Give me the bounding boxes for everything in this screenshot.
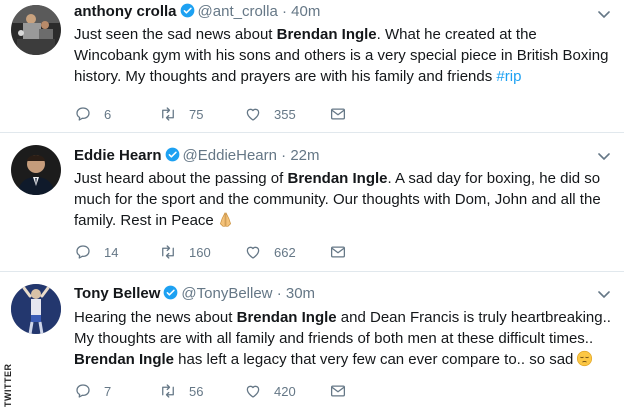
tweet-header: Tony Bellew @TonyBellew · 30m (74, 284, 315, 304)
timestamp[interactable]: 40m (291, 3, 320, 20)
image-credit: TWITTER (3, 363, 13, 408)
avatar[interactable] (11, 284, 61, 334)
like-count: 420 (274, 383, 296, 399)
reply-count: 14 (104, 244, 119, 260)
reply-button[interactable]: 7 (74, 381, 111, 401)
reply-icon (76, 384, 90, 398)
reply-count: 6 (104, 106, 112, 122)
user-handle[interactable]: @ant_crolla (198, 3, 278, 20)
tweet-card[interactable]: anthony crolla @ant_crolla · 40m Just see… (0, 0, 624, 133)
direct-message-button[interactable] (329, 242, 347, 262)
reply-button[interactable]: 14 (74, 242, 118, 262)
like-button[interactable]: 420 (244, 381, 296, 401)
retweet-count: 75 (189, 106, 204, 122)
tweet-header: anthony crolla @ant_crolla · 40m (74, 2, 320, 22)
retweet-count: 160 (189, 244, 211, 260)
display-name[interactable]: Eddie Hearn (74, 147, 162, 164)
retweet-count: 56 (189, 383, 204, 399)
user-handle[interactable]: @EddieHearn (183, 147, 277, 164)
verified-badge-icon (164, 285, 178, 300)
like-icon (246, 108, 260, 121)
chevron-down-icon[interactable] (598, 153, 610, 161)
retweet-button[interactable]: 160 (159, 242, 211, 262)
reply-count: 7 (104, 383, 112, 399)
reply-button[interactable]: 6 (74, 104, 111, 124)
separator-dot: · (281, 147, 287, 164)
like-icon (246, 385, 260, 398)
reply-icon (76, 107, 90, 121)
tweet-card[interactable]: Eddie Hearn @EddieHearn · 22m Just heard … (0, 133, 624, 271)
timestamp[interactable]: 22m (290, 147, 319, 164)
user-handle[interactable]: @TonyBellew (181, 285, 272, 302)
direct-message-icon (330, 108, 346, 120)
retweet-button[interactable]: 56 (159, 381, 203, 401)
chevron-down-icon[interactable] (598, 291, 610, 299)
tweet-feed: anthony crolla @ant_crolla · 40m Just see… (0, 0, 624, 410)
hashtag-link[interactable]: #rip (496, 68, 521, 85)
like-icon (246, 246, 260, 259)
verified-badge-icon (165, 147, 179, 162)
like-count: 662 (274, 244, 296, 260)
separator-dot: · (276, 285, 282, 302)
reply-icon (76, 245, 90, 259)
like-button[interactable]: 355 (244, 104, 296, 124)
tweet-text: Hearing the news about Brendan Ingle and… (74, 309, 611, 368)
tweet-header: Eddie Hearn @EddieHearn · 22m (74, 146, 320, 166)
like-button[interactable]: 662 (244, 242, 296, 262)
direct-message-button[interactable] (329, 381, 347, 401)
tweet-text: Just heard about the passing of Brendan … (74, 170, 601, 229)
direct-message-button[interactable] (329, 104, 347, 124)
retweet-icon (162, 107, 174, 121)
avatar[interactable] (11, 145, 61, 195)
tweet-text: Just seen the sad news about Brendan Ing… (74, 26, 609, 85)
retweet-icon (162, 245, 174, 259)
separator-dot: · (281, 3, 287, 20)
retweet-icon (162, 384, 174, 398)
praying-hands-emoji (219, 212, 231, 227)
display-name[interactable]: Tony Bellew (74, 285, 160, 302)
timestamp[interactable]: 30m (286, 285, 315, 302)
verified-badge-icon (180, 3, 194, 18)
pensive-face-emoji (577, 350, 593, 367)
avatar[interactable] (11, 5, 61, 55)
direct-message-icon (330, 385, 346, 397)
retweet-button[interactable]: 75 (159, 104, 203, 124)
chevron-down-icon[interactable] (598, 11, 610, 19)
tweet-card[interactable]: Tony Bellew @TonyBellew · 30m Hearing the… (0, 271, 624, 410)
direct-message-icon (330, 246, 346, 258)
display-name[interactable]: anthony crolla (74, 3, 177, 20)
like-count: 355 (274, 106, 296, 122)
